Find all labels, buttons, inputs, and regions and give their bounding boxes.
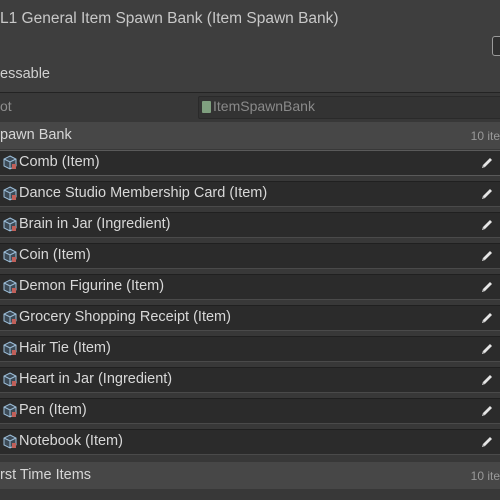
prefab-cube-icon [3,403,17,418]
asset-title: L1 General Item Spawn Bank (Item Spawn B… [0,10,339,27]
item-label: Hair Tie (Item) [19,340,111,356]
item-label: Grocery Shopping Receipt (Item) [19,309,231,325]
list-item[interactable]: Grocery Shopping Receipt (Item) [0,305,500,331]
item-label: Notebook (Item) [19,433,123,449]
inspector-header: L1 General Item Spawn Bank (Item Spawn B… [0,0,500,92]
item-label: Demon Figurine (Item) [19,278,165,294]
first-time-items-title: rst Time Items [0,467,92,483]
item-label: Heart in Jar (Ingredient) [19,371,173,387]
spawn-bank-title: pawn Bank [0,127,72,143]
list-item[interactable]: Pen (Item) [0,398,500,424]
pencil-icon[interactable] [480,342,494,356]
list-item[interactable]: Dance Studio Membership Card (Item) [0,181,500,207]
pencil-icon[interactable] [480,280,494,294]
script-file-icon [202,101,211,113]
list-item[interactable]: Heart in Jar (Ingredient) [0,367,500,393]
list-item[interactable]: Demon Figurine (Item) [0,274,500,300]
first-time-items-count: 10 iter [470,469,500,483]
addressable-label: essable [0,66,50,82]
prefab-cube-icon [3,341,17,356]
pencil-icon[interactable] [480,435,494,449]
prefab-cube-icon [3,310,17,325]
prefab-cube-icon [3,279,17,294]
prefab-cube-icon [3,434,17,449]
pencil-icon[interactable] [480,249,494,263]
pencil-icon[interactable] [480,404,494,418]
item-label: Pen (Item) [19,402,87,418]
script-value: ItemSpawnBank [213,98,315,114]
item-label: Brain in Jar (Ingredient) [19,216,171,232]
prefab-cube-icon [3,372,17,387]
list-item[interactable]: Brain in Jar (Ingredient) [0,212,500,238]
list-item[interactable]: Notebook (Item) [0,429,500,455]
list-item[interactable]: Coin (Item) [0,243,500,269]
item-label: Dance Studio Membership Card (Item) [19,185,268,201]
prefab-cube-icon [3,155,17,170]
prefab-cube-icon [3,186,17,201]
pencil-icon[interactable] [480,218,494,232]
script-object-field[interactable]: ItemSpawnBank [198,96,500,119]
spawn-bank-count: 10 iter [470,129,500,143]
pencil-icon[interactable] [480,187,494,201]
script-row: ot ItemSpawnBank [0,95,500,119]
header-toggle[interactable] [492,36,500,56]
list-item[interactable]: Hair Tie (Item) [0,336,500,362]
list-item[interactable]: Comb (Item) [0,150,500,176]
pencil-icon[interactable] [480,156,494,170]
spawn-bank-header[interactable]: pawn Bank 10 iter [0,122,500,149]
first-time-items-header[interactable]: rst Time Items 10 iter [0,462,500,489]
prefab-cube-icon [3,217,17,232]
divider [0,92,500,93]
prefab-cube-icon [3,248,17,263]
pencil-icon[interactable] [480,311,494,325]
item-label: Coin (Item) [19,247,91,263]
script-label: ot [0,98,12,114]
item-label: Comb (Item) [19,154,100,170]
pencil-icon[interactable] [480,373,494,387]
